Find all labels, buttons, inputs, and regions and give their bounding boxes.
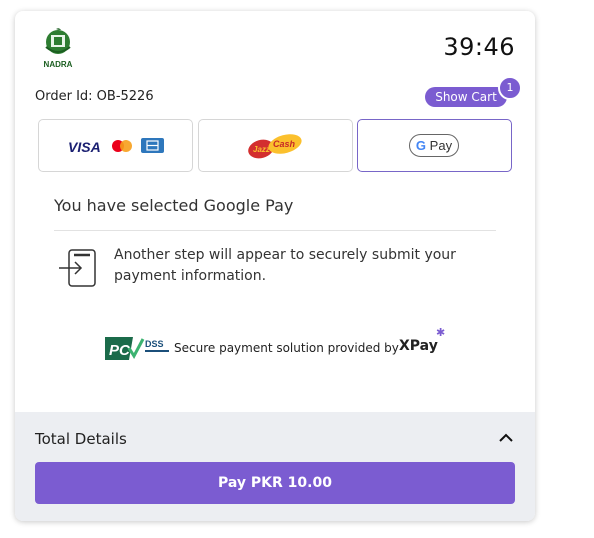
svg-text:DSS: DSS [145, 339, 164, 349]
nadra-logo: NADRA [37, 27, 79, 71]
login-icon [59, 249, 96, 287]
gpay-payment-option[interactable]: G Pay [357, 119, 512, 172]
xpay-brand: XPay [399, 338, 438, 354]
payment-card: NADRA 39:46 Order Id: OB-5226 Show Cart … [15, 11, 535, 521]
secure-payment-text: Secure payment solution provided by [174, 341, 399, 355]
secure-payment-badge: PCI DSS Secure payment solution provided… [103, 326, 463, 365]
pay-button[interactable]: Pay PKR 10.00 [35, 462, 515, 504]
amex-icon [141, 138, 164, 153]
cart-count-badge: 1 [498, 76, 522, 100]
card-payment-option[interactable]: VISA [38, 119, 193, 172]
payment-step-info: Another step will appear to securely sub… [114, 247, 456, 284]
gpay-text: Pay [429, 138, 453, 153]
xpay-star-icon: ✱ [436, 326, 446, 339]
svg-text:NADRA: NADRA [44, 60, 73, 69]
total-details-label: Total Details [35, 430, 127, 448]
countdown-timer: 39:46 [443, 33, 515, 61]
visa-icon: VISA [68, 139, 101, 155]
jazzcash-payment-option[interactable]: Jazz Cash [198, 119, 353, 172]
selected-method-title: You have selected Google Pay [54, 196, 294, 215]
google-g-icon: G [415, 138, 427, 153]
svg-text:Jazz: Jazz [253, 145, 270, 154]
mastercard-icon [112, 140, 132, 152]
pci-dss-logo: PCI DSS [105, 337, 169, 360]
payment-methods: VISA Jazz Cash G Pay [38, 119, 512, 172]
jazzcash-logo: Jazz Cash [248, 134, 302, 159]
svg-text:Cash: Cash [273, 139, 296, 149]
google-pay-logo: G Pay [409, 134, 459, 157]
show-cart-button[interactable]: Show Cart [425, 87, 507, 107]
order-id: Order Id: OB-5226 [35, 89, 154, 104]
divider [54, 230, 496, 231]
chevron-up-icon[interactable] [499, 433, 513, 443]
total-details-panel: Total Details Pay PKR 10.00 [15, 412, 535, 521]
